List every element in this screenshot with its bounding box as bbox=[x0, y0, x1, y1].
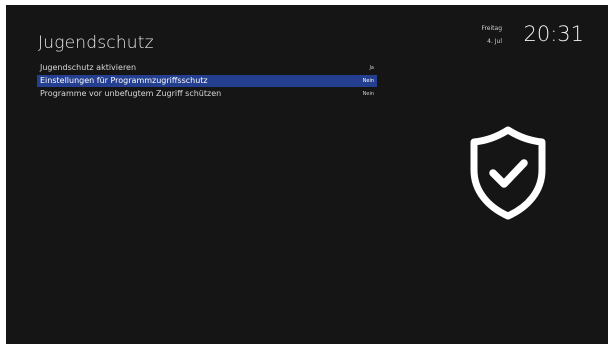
menu-item-jugendschutz-aktivieren[interactable]: Jugendschutz aktivieren Ja bbox=[37, 62, 377, 74]
tv-screen: Jugendschutz Freitag 4. Jul 20:31 Jugend… bbox=[6, 5, 608, 344]
menu-item-programme-schuetzen[interactable]: Programme vor unbefugtem Zugriff schütze… bbox=[37, 88, 377, 100]
menu-item-value: Ja bbox=[369, 65, 374, 71]
shield-check-icon bbox=[470, 126, 546, 220]
menu-item-value: Nein bbox=[362, 91, 374, 97]
menu-item-programmzugriffsschutz[interactable]: Einstellungen für Programmzugriffsschutz… bbox=[37, 75, 377, 87]
page-title: Jugendschutz bbox=[38, 33, 154, 53]
menu-item-label: Programme vor unbefugtem Zugriff schütze… bbox=[40, 89, 222, 98]
menu-item-value: Nein bbox=[362, 78, 374, 84]
settings-menu: Jugendschutz aktivieren Ja Einstellungen… bbox=[37, 62, 377, 101]
menu-item-label: Jugendschutz aktivieren bbox=[40, 63, 137, 72]
clock: Freitag 4. Jul 20:31 bbox=[464, 22, 584, 52]
clock-time: 20:31 bbox=[523, 22, 584, 46]
clock-day: Freitag bbox=[481, 25, 502, 32]
clock-date: 4. Jul bbox=[487, 38, 502, 45]
menu-item-label: Einstellungen für Programmzugriffsschutz bbox=[40, 76, 208, 85]
